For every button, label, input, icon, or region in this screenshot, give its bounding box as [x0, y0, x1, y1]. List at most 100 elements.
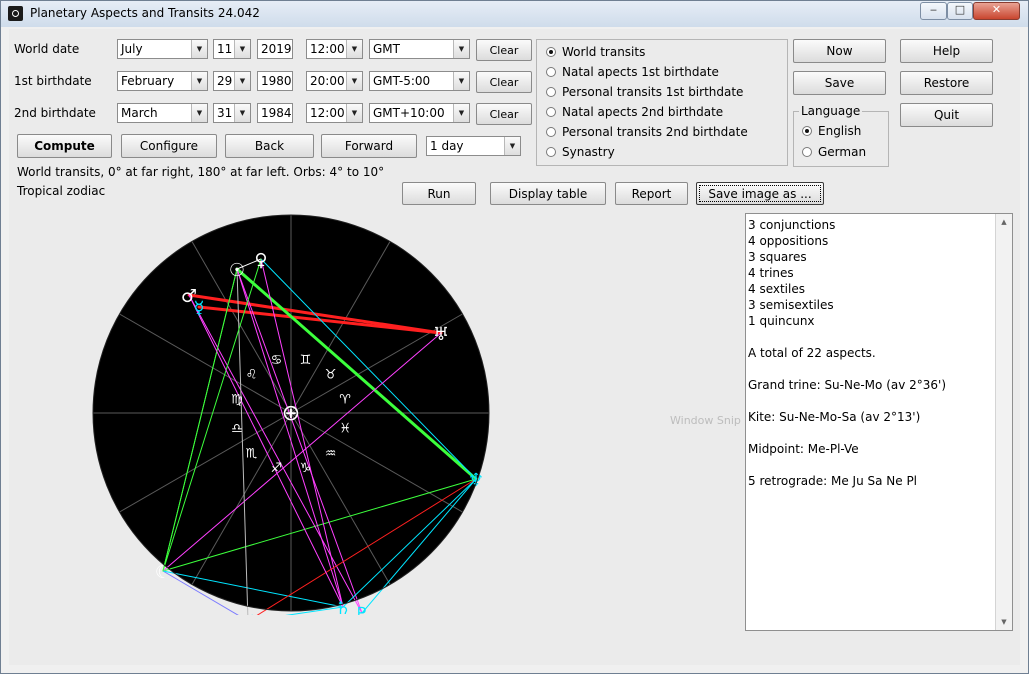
planet-moon-icon: ☾ [155, 562, 171, 583]
month-select[interactable]: February ▼ [117, 71, 208, 91]
radio-english[interactable]: English [802, 124, 861, 138]
chevron-down-icon[interactable]: ▼ [453, 104, 469, 122]
scroll-down-icon[interactable]: ▼ [996, 614, 1012, 630]
mode-label: Natal apects 1st birthdate [562, 65, 719, 79]
chevron-down-icon[interactable]: ▼ [191, 104, 207, 122]
clear-button[interactable]: Clear [476, 71, 532, 93]
back-button[interactable]: Back [225, 134, 314, 158]
result-line: 4 trines [748, 266, 794, 280]
mode-radio[interactable]: Synastry [546, 145, 615, 159]
status-line-2: Tropical zodiac [17, 184, 106, 198]
compute-button[interactable]: Compute [17, 134, 112, 158]
chevron-down-icon[interactable]: ▼ [191, 72, 207, 90]
time-value: 20:00 [310, 74, 345, 88]
zodiac-capricorn-icon: ♑ [300, 461, 312, 476]
planet-neptune-icon: ♆ [468, 470, 484, 491]
day-value: 29 [217, 74, 233, 88]
scroll-up-icon[interactable]: ▲ [996, 214, 1012, 230]
step-select[interactable]: 1 day ▼ [426, 136, 521, 156]
clear-button[interactable]: Clear [476, 103, 532, 125]
maximize-button[interactable]: □ [947, 2, 973, 20]
zodiac-aries-icon: ♈ [339, 393, 351, 408]
help-button[interactable]: Help [900, 39, 993, 63]
month-value: February [121, 74, 175, 88]
zodiac-leo-icon: ♌ [246, 367, 258, 382]
earth-center-icon: ⊕ [282, 401, 300, 426]
chevron-down-icon[interactable]: ▼ [234, 40, 250, 58]
zone-select[interactable]: GMT+10:00 ▼ [369, 103, 470, 123]
result-line: 1 quincunx [748, 314, 815, 328]
quit-button[interactable]: Quit [900, 103, 993, 127]
day-select[interactable]: 31 ▼ [213, 103, 251, 123]
day-select[interactable]: 11 ▼ [213, 39, 251, 59]
configure-button[interactable]: Configure [121, 134, 217, 158]
save-image-button[interactable]: Save image as ... [696, 182, 824, 205]
chevron-down-icon[interactable]: ▼ [453, 40, 469, 58]
radio-dot [546, 127, 556, 137]
time-select[interactable]: 20:00 ▼ [306, 71, 363, 91]
planet-saturn-icon: ♄ [335, 598, 351, 615]
zodiac-cancer-icon: ♋ [271, 353, 283, 368]
now-button[interactable]: Now [793, 39, 886, 63]
run-button[interactable]: Run [402, 182, 476, 205]
zone-select[interactable]: GMT-5:00 ▼ [369, 71, 470, 91]
chevron-down-icon[interactable]: ▼ [346, 72, 362, 90]
chevron-down-icon[interactable]: ▼ [191, 40, 207, 58]
results-lines: 3 conjunctions 4 oppositions 3 squares 4 tr… [746, 214, 1012, 490]
language-legend: Language [799, 104, 863, 118]
results-text[interactable]: 3 conjunctions 4 oppositions 3 squares 4 tr… [745, 213, 1013, 631]
report-button[interactable]: Report [615, 182, 688, 205]
year-input[interactable]: 1980 [257, 71, 293, 91]
zone-value: GMT+10:00 [373, 106, 445, 120]
results-scrollbar[interactable]: ▲ ▼ [995, 214, 1012, 630]
result-line: 4 oppositions [748, 234, 829, 248]
mode-radio[interactable]: Personal transits 1st birthdate [546, 85, 743, 99]
radio-dot [802, 126, 812, 136]
aspect-wheel[interactable]: ♈♉♊♋♌♍♎♏♐♑♒♓⊕☉♀♂☿♅♆☾♃♄♇ [89, 211, 493, 615]
zodiac-sagittarius-icon: ♐ [271, 461, 283, 476]
radio-dot [546, 47, 556, 57]
zodiac-taurus-icon: ♉ [325, 367, 337, 382]
clear-button[interactable]: Clear [476, 39, 532, 61]
restore-button[interactable]: Restore [900, 71, 993, 95]
mode-radio[interactable]: Natal apects 2nd birthdate [546, 105, 723, 119]
chevron-down-icon[interactable]: ▼ [453, 72, 469, 90]
month-select[interactable]: July ▼ [117, 39, 208, 59]
radio-dot [546, 87, 556, 97]
chevron-down-icon[interactable]: ▼ [234, 72, 250, 90]
mode-label: World transits [562, 45, 646, 59]
year-input[interactable]: 2019 [257, 39, 293, 59]
chevron-down-icon[interactable]: ▼ [346, 104, 362, 122]
result-line: A total of 22 aspects. [748, 346, 876, 360]
planet-venus-icon: ♀ [254, 250, 267, 271]
result-line [746, 394, 1012, 410]
time-select[interactable]: 12:00 ▼ [306, 103, 363, 123]
chevron-down-icon[interactable]: ▼ [504, 137, 520, 155]
radio-german[interactable]: German [802, 145, 866, 159]
planet-uranus-icon: ♅ [433, 324, 449, 345]
result-line: Midpoint: Me-Pl-Ve [748, 442, 859, 456]
zodiac-scorpio-icon: ♏ [246, 447, 258, 462]
zodiac-gemini-icon: ♊ [300, 353, 312, 368]
zone-select[interactable]: GMT ▼ [369, 39, 470, 59]
mode-radio[interactable]: Natal apects 1st birthdate [546, 65, 719, 79]
planet-sun-icon: ☉ [229, 260, 245, 281]
chevron-down-icon[interactable]: ▼ [346, 40, 362, 58]
display-table-button[interactable]: Display table [490, 182, 606, 205]
title-bar[interactable]: Planetary Aspects and Transits 24.042 ‒ … [1, 1, 1028, 27]
status-line-1: World transits, 0° at far right, 180° at… [17, 165, 385, 179]
month-select[interactable]: March ▼ [117, 103, 208, 123]
year-input[interactable]: 1984 [257, 103, 293, 123]
close-button[interactable]: ✕ [973, 2, 1020, 20]
mode-radio[interactable]: Personal transits 2nd birthdate [546, 125, 748, 139]
day-value: 11 [217, 42, 233, 56]
chevron-down-icon[interactable]: ▼ [234, 104, 250, 122]
mode-radio[interactable]: World transits [546, 45, 645, 59]
minimize-button[interactable]: ‒ [920, 2, 947, 20]
forward-button[interactable]: Forward [321, 134, 417, 158]
time-select[interactable]: 12:00 ▼ [306, 39, 363, 59]
day-select[interactable]: 29 ▼ [213, 71, 251, 91]
result-line [746, 362, 1012, 378]
zone-value: GMT-5:00 [373, 74, 431, 88]
save-button[interactable]: Save [793, 71, 886, 95]
